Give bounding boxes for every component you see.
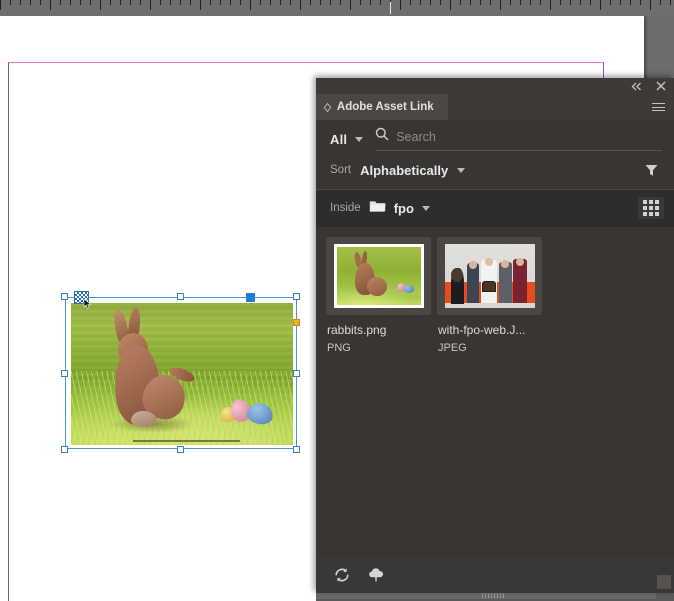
panel-resize-grip[interactable] [657,575,671,589]
panel-footer [316,557,674,593]
ruler-zero-marker [390,2,391,14]
search-scope-label[interactable]: All [330,132,347,147]
breadcrumb: Inside fpo [316,190,674,227]
assets-grid: rabbits.png PNG with-fpo-web.J... JPEG [316,227,674,354]
handle-top-left[interactable] [61,293,68,300]
search-field-wrapper[interactable] [375,127,662,151]
cursor-pointer-icon [83,298,93,309]
asset-thumbnail[interactable] [326,237,431,315]
search-icon [375,127,389,146]
thumb-person-2-head [468,260,477,269]
search-row: All [316,120,674,157]
tab-bar-spacer [448,94,643,120]
panel-titlebar[interactable] [316,78,674,94]
sort-row: Sort Alphabetically [316,157,674,190]
thumb-framed-print [481,281,496,292]
sort-chevron-down-icon[interactable] [457,167,466,173]
panel-menu-button[interactable] [643,94,674,120]
asset-card-with-fpo-web[interactable]: with-fpo-web.J... JPEG [437,237,542,354]
handle-middle-left[interactable] [61,370,68,377]
tab-label: Adobe Asset Link [336,101,434,113]
handle-top-center[interactable] [177,293,184,300]
folder-icon [369,199,386,218]
frame-bounding-box [65,297,297,449]
selected-image-frame[interactable] [61,291,300,453]
grid-dots [643,200,659,216]
adobe-asset-link-panel[interactable]: ◇ Adobe Asset Link All Search Sort Alpha… [316,78,674,593]
handle-bottom-center[interactable] [177,446,184,453]
thumbnail-art [444,244,535,308]
asset-name: with-fpo-web.J... [438,323,526,337]
asset-name: rabbits.png [327,323,387,337]
asset-card-rabbits[interactable]: rabbits.png PNG [326,237,431,354]
close-icon[interactable] [656,81,666,91]
refresh-sync-icon[interactable] [332,565,352,585]
search-input[interactable] [396,129,662,144]
thumb-person-4 [498,261,512,303]
thumb-person-4-head [500,260,509,269]
breadcrumb-label: Inside [330,202,361,214]
panel-body: All Sort Alphabetically [316,120,674,593]
handle-top-right-active[interactable] [246,293,255,302]
handle-right-corner-radius[interactable] [293,319,300,326]
filter-funnel-icon[interactable] [640,160,662,180]
assets-area[interactable]: rabbits.png PNG with-fpo-web.J... JPEG [316,227,674,557]
handle-bottom-right[interactable] [293,446,300,453]
sort-label: Sort [330,164,352,176]
thumbnail-image-rabbits [333,244,424,308]
application-window: ◇ Adobe Asset Link All Search Sort Alpha… [0,0,674,601]
asset-type: PNG [327,342,351,354]
tab-drag-grip-icon: ◇ [324,100,331,113]
asset-thumbnail[interactable] [437,237,542,315]
asset-type: JPEG [438,342,467,354]
thumb-egg-blue [403,285,414,293]
grid-view-icon[interactable] [638,197,664,219]
thumbnail-art [336,247,421,305]
handle-top-right[interactable] [293,293,300,300]
sort-value[interactable]: Alphabetically [360,163,448,178]
ruler-major-ticks [0,0,674,16]
assets-scrollbar[interactable] [665,227,673,557]
thumb-person-3-head [484,258,493,267]
collapse-panel-icon[interactable] [631,82,643,91]
handle-bottom-left[interactable] [61,446,68,453]
cloud-upload-icon[interactable] [366,565,386,585]
handle-middle-right[interactable] [293,370,300,377]
tab-adobe-asset-link[interactable]: ◇ Adobe Asset Link [316,94,448,120]
search-scope-chevron-down-icon[interactable] [355,136,364,142]
thumbnail-image-group [444,244,535,308]
breadcrumb-folder-name[interactable]: fpo [394,201,414,216]
thumb-person-5-head [515,257,524,266]
horizontal-ruler[interactable] [0,0,674,16]
thumb-person-1-head [450,268,463,283]
hamburger-menu-icon [652,101,665,114]
panel-tab-bar[interactable]: ◇ Adobe Asset Link [316,94,674,120]
breadcrumb-chevron-down-icon[interactable] [421,205,430,211]
